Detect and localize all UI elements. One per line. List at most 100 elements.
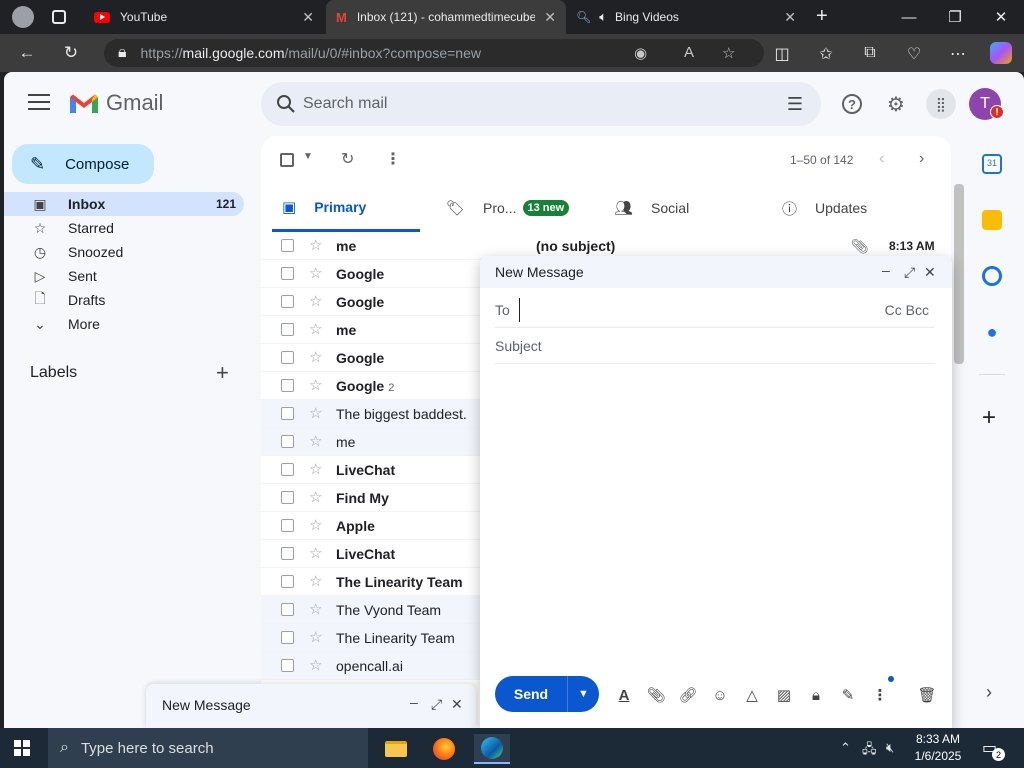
- close-window-button[interactable]: ✕: [978, 0, 1024, 34]
- search-bar[interactable]: ☰: [261, 82, 821, 126]
- close-icon[interactable]: ✕: [451, 696, 463, 713]
- contacts-icon[interactable]: ●: [982, 322, 1002, 342]
- star-icon[interactable]: ☆: [309, 544, 322, 562]
- star-icon[interactable]: ☆: [309, 376, 322, 394]
- full-screen-icon[interactable]: ⤢: [904, 264, 915, 281]
- row-checkbox[interactable]: [281, 631, 294, 644]
- browser-essentials-icon[interactable]: ♡: [904, 44, 924, 64]
- star-icon[interactable]: ☆: [309, 404, 322, 422]
- row-checkbox[interactable]: [281, 547, 294, 560]
- insert-link-icon[interactable]: 🔗︎: [677, 684, 699, 706]
- emoji-icon[interactable]: ☺: [709, 684, 731, 706]
- reload-button[interactable]: ↻: [60, 42, 82, 64]
- browser-tab-bing[interactable]: 🔍︎ 🔈︎ Bing Videos ✕: [566, 0, 806, 34]
- lock-icon[interactable]: 🔒︎: [118, 44, 127, 62]
- profile-icon[interactable]: [12, 6, 34, 28]
- full-screen-icon[interactable]: ⤢: [431, 696, 442, 713]
- firefox-icon[interactable]: [426, 734, 462, 764]
- send-options-button[interactable]: ▼: [567, 676, 599, 712]
- star-icon[interactable]: ☆: [309, 628, 322, 646]
- row-checkbox[interactable]: [281, 351, 294, 364]
- star-icon[interactable]: ☆: [309, 600, 322, 618]
- star-icon[interactable]: ☆: [309, 264, 322, 282]
- google-drive-icon[interactable]: △: [741, 684, 763, 706]
- star-icon[interactable]: ☆: [309, 320, 322, 338]
- speaker-icon[interactable]: 🔈︎: [599, 9, 607, 25]
- windows-start-icon[interactable]: [14, 740, 30, 756]
- row-checkbox[interactable]: [281, 379, 294, 392]
- calendar-icon[interactable]: 31: [982, 154, 1002, 174]
- keep-icon[interactable]: [982, 210, 1002, 230]
- star-icon[interactable]: ☆: [309, 292, 322, 310]
- settings-gear-icon[interactable]: ⚙: [884, 92, 908, 116]
- sidebar-item-more[interactable]: ⌄ More: [4, 312, 244, 336]
- discard-draft-icon[interactable]: 🗑︎: [916, 684, 938, 706]
- row-checkbox[interactable]: [281, 491, 294, 504]
- copilot-icon[interactable]: [990, 42, 1012, 64]
- sidebar-item-starred[interactable]: ☆ Starred: [4, 216, 244, 240]
- insert-photo-icon[interactable]: ▨: [773, 684, 795, 706]
- minimize-window-button[interactable]: —: [886, 0, 932, 34]
- row-checkbox[interactable]: [281, 575, 294, 588]
- star-icon[interactable]: ☆: [309, 236, 322, 254]
- compose-header[interactable]: New Message – ⤢ ✕: [480, 256, 952, 288]
- row-checkbox[interactable]: [281, 295, 294, 308]
- next-page-icon[interactable]: ›: [919, 150, 924, 168]
- star-icon[interactable]: ☆: [309, 460, 322, 478]
- read-aloud-icon[interactable]: A: [684, 44, 694, 61]
- search-input[interactable]: [303, 90, 743, 118]
- edge-icon[interactable]: [474, 734, 510, 764]
- row-checkbox[interactable]: [281, 435, 294, 448]
- tracking-prevention-icon[interactable]: ◉: [634, 44, 647, 62]
- network-icon[interactable]: 🖧︎: [862, 740, 877, 762]
- collections-icon[interactable]: ⧉: [860, 44, 880, 62]
- signature-icon[interactable]: ✎: [837, 684, 859, 706]
- message-body[interactable]: [495, 368, 935, 664]
- formatting-options-icon[interactable]: A: [613, 684, 635, 706]
- volume-muted-icon[interactable]: 🔇︎: [886, 740, 894, 756]
- sidebar-item-inbox[interactable]: ▣ Inbox 121: [4, 192, 244, 216]
- gmail-logo[interactable]: Gmail: [68, 90, 163, 116]
- apps-grid-icon[interactable]: ⣿: [926, 89, 956, 119]
- tab-updates[interactable]: ⓘ Updates: [782, 184, 932, 232]
- more-actions-icon[interactable]: ⋮: [385, 149, 401, 169]
- new-tab-button[interactable]: +: [816, 5, 828, 28]
- search-icon[interactable]: [275, 93, 297, 115]
- compose-button[interactable]: ✎ Compose: [12, 144, 154, 184]
- cc-bcc-link[interactable]: Cc Bcc: [885, 302, 929, 318]
- select-dropdown-icon[interactable]: ▼: [303, 151, 313, 162]
- back-button[interactable]: ←: [16, 42, 38, 64]
- sidebar-item-sent[interactable]: ▷ Sent: [4, 264, 244, 288]
- star-icon[interactable]: ☆: [309, 572, 322, 590]
- favorites-icon[interactable]: ✩: [816, 44, 836, 64]
- more-menu-icon[interactable]: ⋯: [948, 44, 968, 64]
- minimize-icon[interactable]: –: [882, 262, 890, 278]
- system-clock[interactable]: 8:33 AM 1/6/2025: [908, 731, 968, 765]
- row-checkbox[interactable]: [281, 659, 294, 672]
- refresh-icon[interactable]: ↻: [341, 149, 354, 169]
- favorite-star-icon[interactable]: ☆: [722, 44, 735, 62]
- row-checkbox[interactable]: [281, 239, 294, 252]
- main-menu-icon[interactable]: [28, 94, 50, 110]
- scrollbar[interactable]: [954, 184, 964, 364]
- tab-actions-icon[interactable]: [52, 10, 66, 24]
- star-icon[interactable]: ☆: [309, 488, 322, 506]
- row-checkbox[interactable]: [281, 407, 294, 420]
- sidebar-item-snoozed[interactable]: ◷ Snoozed: [4, 240, 244, 264]
- browser-tab-youtube[interactable]: YouTube ✕: [84, 0, 324, 34]
- row-checkbox[interactable]: [281, 323, 294, 336]
- tab-primary[interactable]: ▣ Primary: [272, 184, 420, 232]
- search-options-icon[interactable]: ☰: [787, 94, 803, 115]
- get-addons-icon[interactable]: +: [982, 404, 996, 432]
- minimized-compose-window[interactable]: New Message – ⤢ ✕: [146, 684, 476, 728]
- close-icon[interactable]: ✕: [924, 264, 936, 281]
- confidential-mode-icon[interactable]: 🔒︎: [805, 684, 827, 706]
- file-explorer-icon[interactable]: [378, 734, 414, 764]
- split-screen-icon[interactable]: ◫: [772, 44, 792, 64]
- subject-field[interactable]: [495, 334, 935, 358]
- close-tab-icon[interactable]: ✕: [302, 9, 314, 26]
- attach-file-icon[interactable]: 📎︎: [645, 684, 667, 706]
- sidebar-item-drafts[interactable]: 🗋︎ Drafts: [4, 288, 244, 312]
- send-button[interactable]: Send: [495, 676, 567, 712]
- prev-page-icon[interactable]: ‹: [879, 150, 884, 168]
